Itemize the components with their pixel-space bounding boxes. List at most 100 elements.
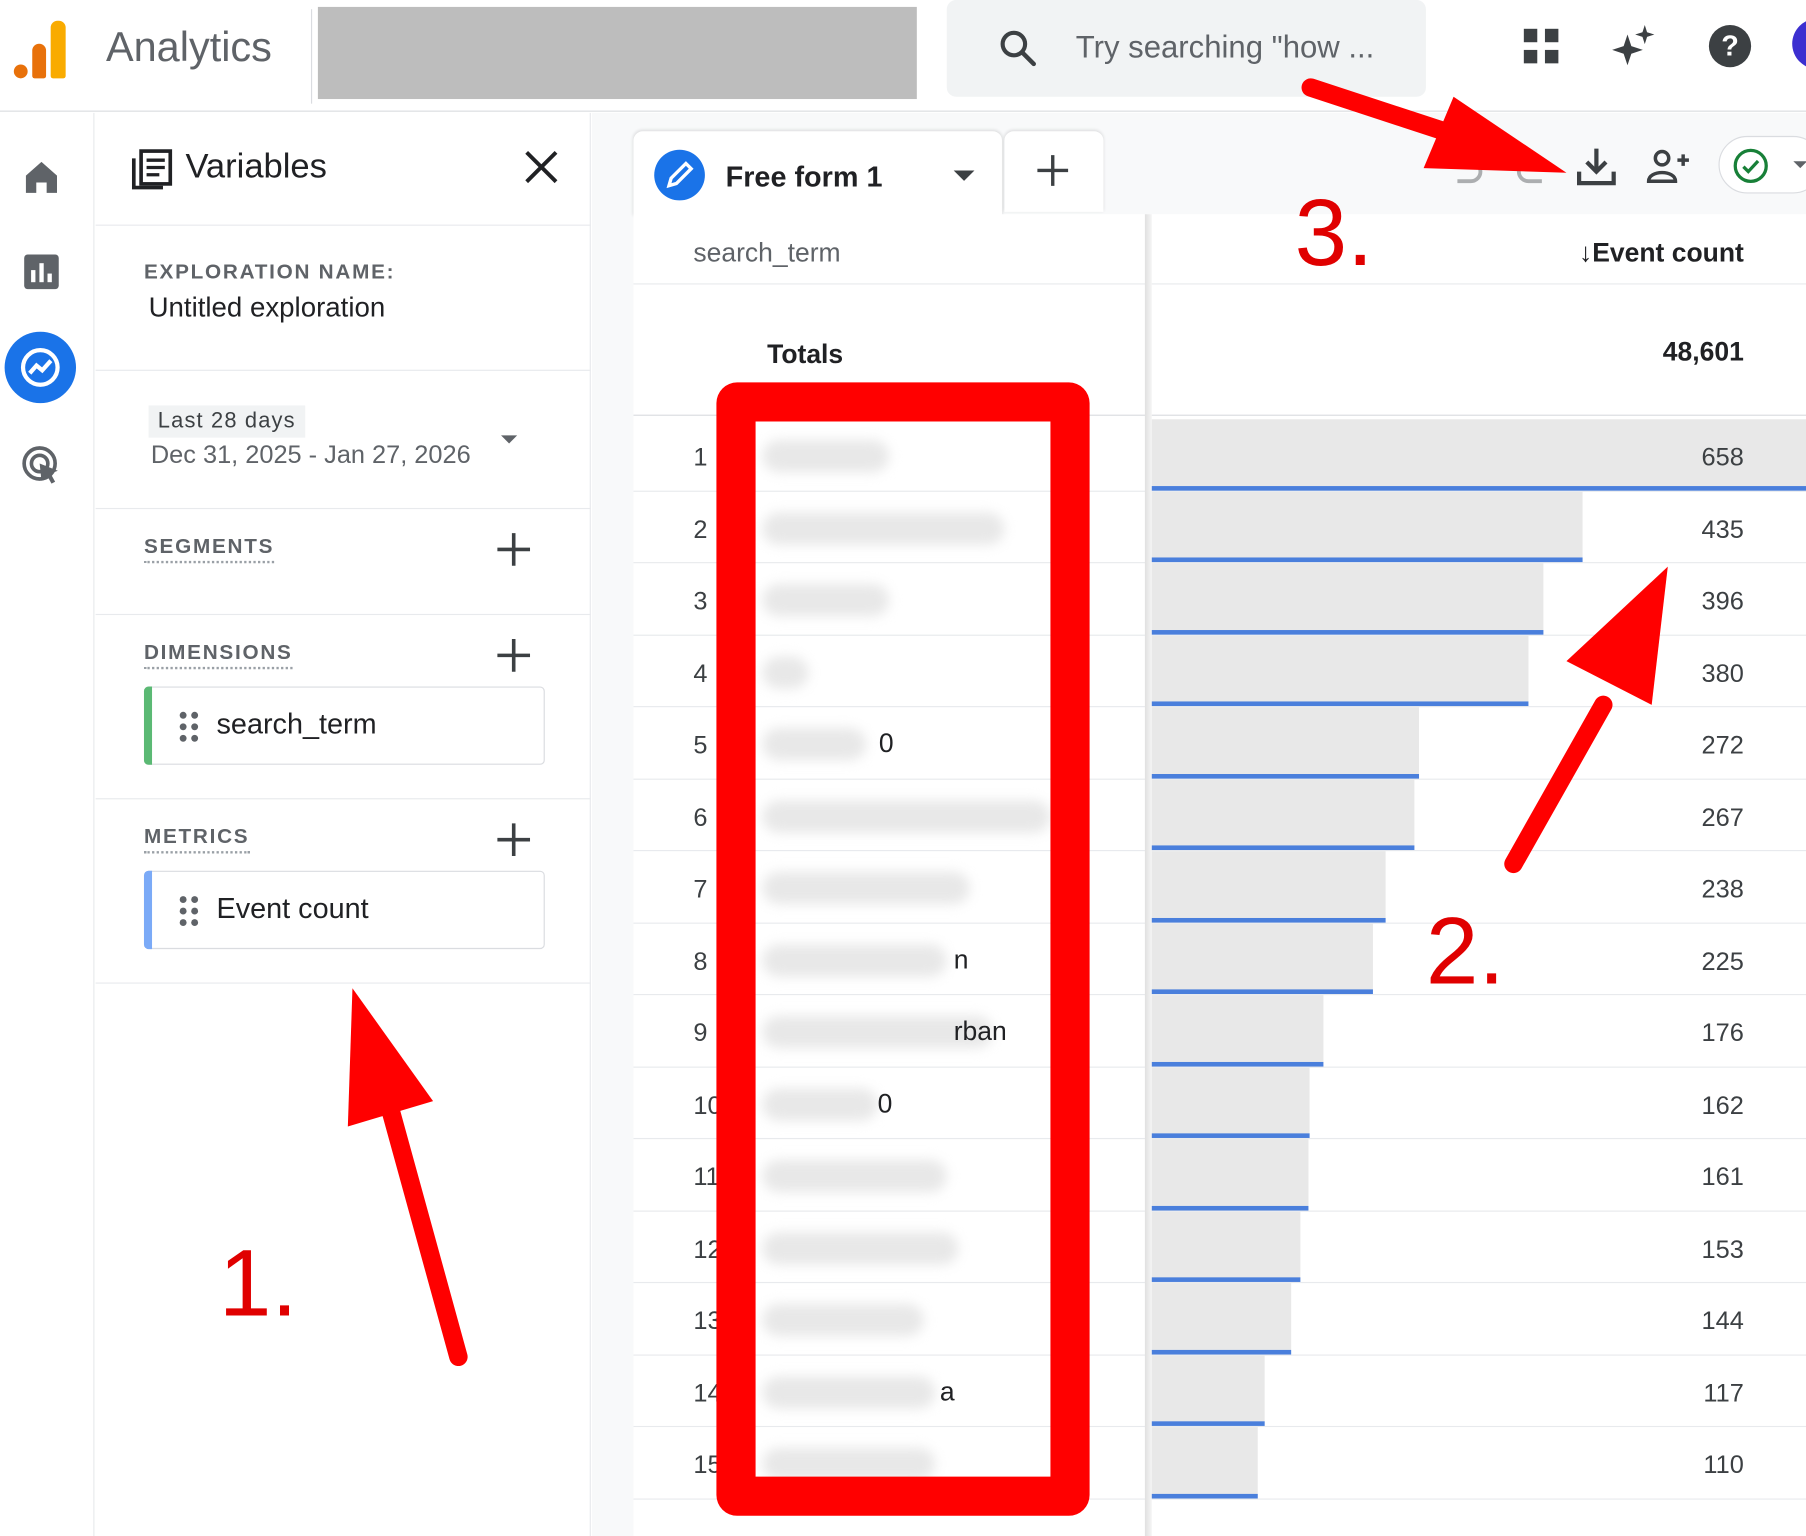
- exploration-name-value[interactable]: Untitled exploration: [149, 293, 386, 325]
- nav-home[interactable]: [12, 147, 72, 207]
- metrics-section: METRICS Event count: [95, 799, 591, 984]
- value-bar: [1147, 1427, 1258, 1494]
- event-count-value: 272: [1701, 730, 1744, 760]
- value-bar: [1147, 1139, 1309, 1206]
- close-icon[interactable]: [522, 147, 561, 186]
- search-icon: [1000, 30, 1036, 67]
- help-icon[interactable]: ?: [1707, 23, 1753, 69]
- value-bar-underline: [1147, 1061, 1324, 1066]
- nav-advertising[interactable]: [12, 435, 72, 495]
- segments-section: SEGMENTS: [95, 509, 591, 616]
- value-bar-underline: [1147, 1493, 1258, 1498]
- variables-header: Variables: [95, 113, 591, 226]
- status-pill[interactable]: [1718, 135, 1806, 194]
- event-count-value: 153: [1701, 1234, 1744, 1263]
- event-count-value: 225: [1701, 946, 1744, 975]
- plus-icon: [1037, 155, 1069, 186]
- dimension-chip[interactable]: search_term: [143, 686, 545, 765]
- event-count-value: 110: [1703, 1450, 1744, 1479]
- value-bar: [1147, 707, 1420, 775]
- apps-grid-icon[interactable]: [1518, 23, 1564, 69]
- event-count-value: 380: [1701, 658, 1744, 688]
- event-count-value: 267: [1701, 802, 1744, 832]
- value-bar-underline: [1147, 701, 1529, 707]
- metric-column-header[interactable]: ↓Event count: [1579, 237, 1744, 268]
- search-placeholder[interactable]: Try searching "how ...: [1076, 30, 1375, 66]
- avatar[interactable]: [1792, 18, 1806, 70]
- add-segment-icon[interactable]: [494, 530, 533, 569]
- explore-icon: [20, 348, 60, 387]
- event-count-value: 435: [1701, 514, 1744, 544]
- exploration-name-section: EXPLORATION NAME: Untitled exploration: [95, 226, 591, 371]
- chevron-down-icon[interactable]: [953, 170, 975, 181]
- add-metric-icon[interactable]: [494, 820, 533, 859]
- value-bar-underline: [1147, 917, 1386, 923]
- value-bar: [1147, 491, 1583, 559]
- dimension-column-header[interactable]: search_term: [693, 237, 840, 268]
- exploration-name-label: EXPLORATION NAME:: [143, 260, 396, 284]
- value-bar: [1147, 851, 1386, 918]
- value-bar: [1147, 1355, 1265, 1422]
- value-bar: [1147, 635, 1529, 703]
- value-bar-underline: [1147, 1349, 1292, 1354]
- sparkle-icon[interactable]: [1610, 23, 1656, 69]
- check-circle-icon: [1733, 148, 1768, 183]
- add-dimension-icon[interactable]: [494, 636, 533, 675]
- event-count-value: 176: [1701, 1018, 1744, 1047]
- value-bar: [1147, 1211, 1301, 1278]
- column-divider: [1144, 214, 1152, 1536]
- highlight-box: [716, 382, 1090, 1516]
- header-divider: [633, 283, 1806, 285]
- value-bar-underline: [1147, 845, 1415, 851]
- value-bar: [1147, 923, 1373, 990]
- row-index: 1: [693, 442, 708, 472]
- value-bar: [1147, 995, 1324, 1062]
- metrics-label: METRICS: [143, 825, 250, 854]
- value-bar-underline: [1147, 1133, 1310, 1138]
- dimension-chip-label: search_term: [216, 708, 377, 741]
- dimensions-label: DIMENSIONS: [143, 640, 293, 670]
- left-nav-rail: [0, 112, 95, 1536]
- date-range-text[interactable]: Dec 31, 2025 - Jan 27, 2026: [151, 440, 471, 470]
- value-bar: [1147, 563, 1544, 631]
- chip-stripe: [143, 870, 153, 950]
- nav-explore[interactable]: [4, 331, 77, 404]
- row-index: 4: [693, 658, 708, 688]
- chevron-down-icon[interactable]: [501, 435, 518, 444]
- analytics-logo-icon[interactable]: [13, 20, 69, 79]
- reports-icon: [24, 254, 59, 290]
- event-count-value: 396: [1701, 586, 1744, 616]
- event-count-value: 162: [1701, 1090, 1744, 1119]
- metric-chip[interactable]: Event count: [143, 870, 545, 950]
- search-box[interactable]: Try searching "how ...: [946, 0, 1426, 97]
- drag-handle-icon[interactable]: [177, 895, 200, 927]
- tab-free-form-1[interactable]: Free form 1: [633, 131, 1003, 217]
- redo-icon[interactable]: [1511, 143, 1557, 189]
- step-3-label: 3.: [1294, 180, 1374, 286]
- value-bar-underline: [1147, 629, 1544, 635]
- value-bar-underline: [1147, 773, 1420, 779]
- value-bar: [1147, 1283, 1292, 1350]
- date-preset-chip[interactable]: Last 28 days: [148, 405, 305, 438]
- nav-reports[interactable]: [12, 242, 72, 302]
- top-bar: Analytics Try searching "how ... ?: [0, 0, 1806, 112]
- variables-title: Variables: [185, 147, 327, 186]
- undo-icon[interactable]: [1442, 143, 1488, 189]
- account-selector-redacted[interactable]: [317, 6, 917, 100]
- download-icon[interactable]: [1573, 143, 1619, 189]
- value-bar-underline: [1147, 1421, 1265, 1426]
- add-tab-button[interactable]: [1004, 131, 1104, 212]
- event-count-value: 144: [1701, 1306, 1744, 1335]
- drag-handle-icon[interactable]: [177, 711, 200, 743]
- row-index: 5: [693, 730, 708, 760]
- pencil-icon[interactable]: [654, 149, 705, 201]
- app-title: Analytics: [105, 23, 272, 71]
- row-index: 3: [693, 586, 708, 616]
- row-index: 8: [693, 946, 708, 975]
- chip-stripe: [143, 686, 153, 765]
- date-range-section[interactable]: Last 28 days Dec 31, 2025 - Jan 27, 2026: [95, 371, 591, 510]
- value-bar-underline: [1147, 989, 1373, 995]
- chevron-down-icon[interactable]: [1793, 161, 1806, 169]
- tab-label[interactable]: Free form 1: [726, 161, 883, 194]
- share-users-icon[interactable]: [1645, 143, 1691, 189]
